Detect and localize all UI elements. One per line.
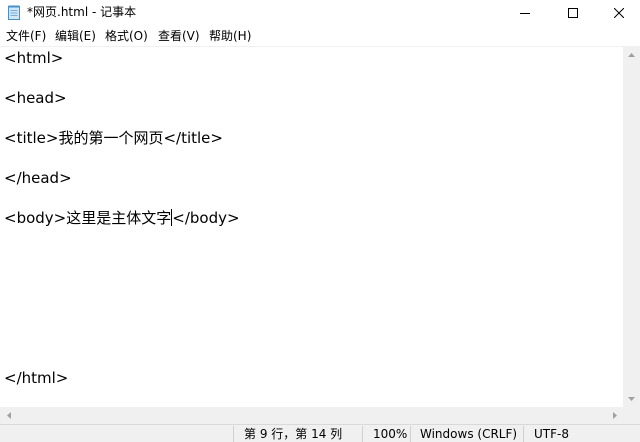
scroll-down-button[interactable] xyxy=(623,390,640,407)
arrow-down-icon xyxy=(628,396,635,401)
scroll-up-button[interactable] xyxy=(623,46,640,63)
menu-file[interactable]: 文件(F) xyxy=(6,28,46,44)
vertical-scrollbar[interactable] xyxy=(623,46,640,407)
encoding: UTF-8 xyxy=(534,427,569,441)
editor-line-current: <body>这里是主体文字</body> xyxy=(4,208,240,228)
cursor-position: 第 9 行，第 14 列 xyxy=(244,427,343,441)
zoom-level: 100% xyxy=(373,427,408,441)
menu-bar: 文件(F) 编辑(E) 格式(O) 查看(V) 帮助(H) xyxy=(0,25,640,46)
notepad-icon xyxy=(8,5,20,20)
close-button[interactable] xyxy=(596,0,640,25)
scroll-left-button[interactable] xyxy=(0,407,17,424)
menu-help[interactable]: 帮助(H) xyxy=(209,28,251,44)
scroll-right-button[interactable] xyxy=(606,407,623,424)
arrow-left-icon xyxy=(6,412,11,419)
minimize-icon xyxy=(520,12,530,14)
editor-line: <html> xyxy=(4,49,64,67)
maximize-button[interactable] xyxy=(550,0,596,25)
minimize-button[interactable] xyxy=(502,0,548,25)
editor-line: </head> xyxy=(4,169,72,187)
scrollbar-corner xyxy=(623,407,640,424)
menu-format[interactable]: 格式(O) xyxy=(105,28,148,44)
line-ending: Windows (CRLF) xyxy=(420,427,518,441)
close-icon xyxy=(614,7,624,18)
arrow-right-icon xyxy=(612,412,617,419)
arrow-up-icon xyxy=(628,52,635,57)
menu-view[interactable]: 查看(V) xyxy=(158,28,200,44)
status-separator xyxy=(410,426,411,442)
horizontal-scrollbar[interactable] xyxy=(0,407,623,424)
window-title: *网页.html - 记事本 xyxy=(27,5,137,19)
editor-line: <head> xyxy=(4,89,67,107)
editor-line: </html> xyxy=(4,369,69,387)
editor-text-after-caret: </body> xyxy=(172,209,240,227)
text-editor[interactable]: <html> <head> <title>我的第一个网页</title> </h… xyxy=(0,46,623,408)
status-separator xyxy=(233,426,234,442)
status-bar: 第 9 行，第 14 列 100% Windows (CRLF) UTF-8 xyxy=(0,424,640,442)
editor-line: <title>我的第一个网页</title> xyxy=(4,129,223,147)
maximize-icon xyxy=(568,7,578,18)
status-separator xyxy=(362,426,363,442)
title-bar[interactable]: *网页.html - 记事本 xyxy=(0,0,640,25)
editor-text-before-caret: <body>这里是主体文字 xyxy=(4,209,172,227)
notepad-window: *网页.html - 记事本 文件(F) 编辑(E) 格式(O) 查看(V) 帮… xyxy=(0,0,640,442)
status-separator xyxy=(523,426,524,442)
menu-edit[interactable]: 编辑(E) xyxy=(55,28,96,44)
